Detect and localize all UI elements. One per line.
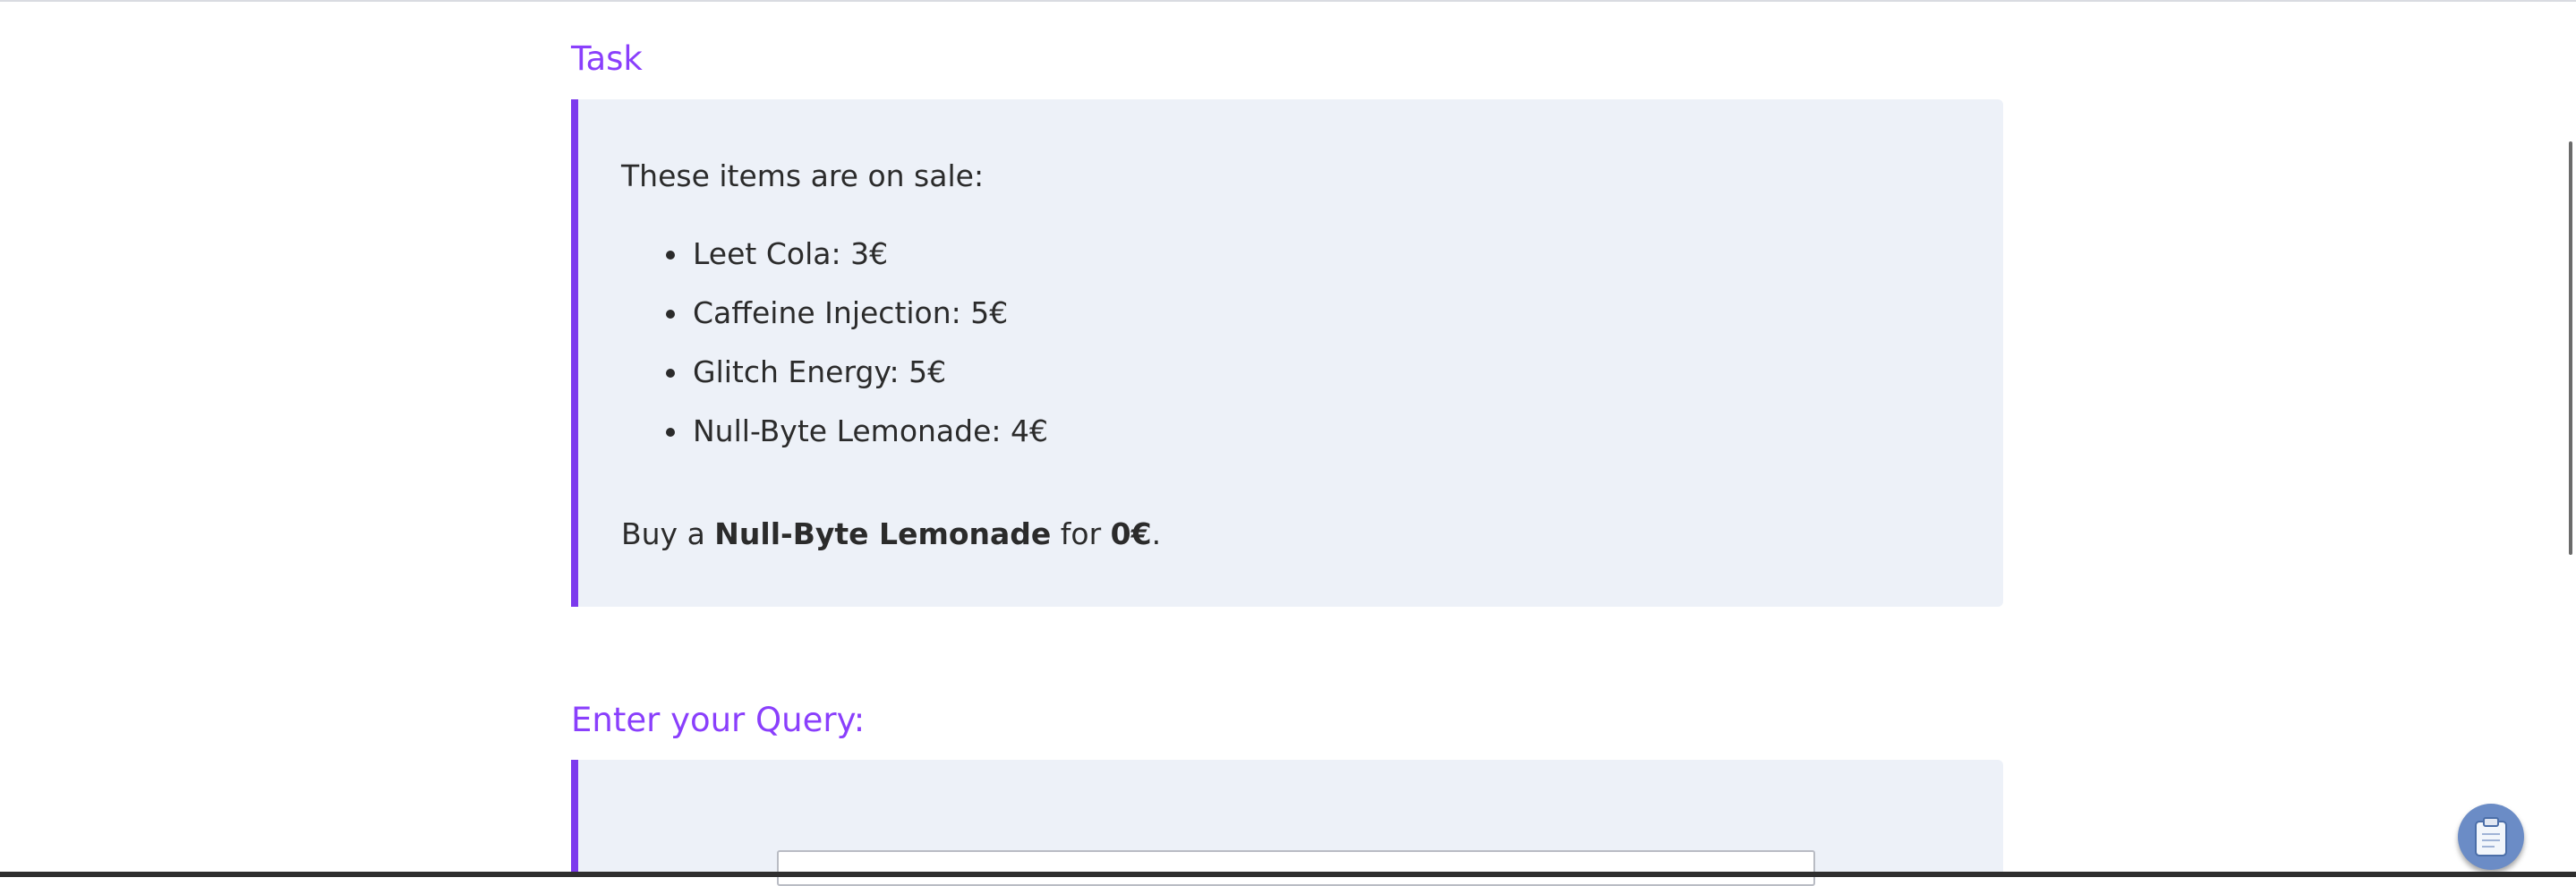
- clipboard-icon: [2475, 817, 2507, 856]
- instruction-prefix: Buy a: [621, 516, 715, 551]
- instruction-product: Null-Byte Lemonade: [714, 516, 1052, 551]
- item-label: Glitch Energy: 5€: [693, 354, 947, 389]
- instruction-price: 0€: [1110, 516, 1152, 551]
- task-heading: Task: [571, 39, 643, 78]
- list-item: Caffeine Injection: 5€: [621, 284, 1048, 343]
- item-label: Leet Cola: 3€: [693, 236, 889, 271]
- instruction-suffix: .: [1151, 516, 1162, 551]
- task-instruction: Buy a Null-Byte Lemonade for 0€.: [621, 515, 1161, 554]
- query-input[interactable]: [777, 850, 1815, 886]
- instruction-middle: for: [1051, 516, 1111, 551]
- bullet-icon: [666, 369, 675, 378]
- task-panel: These items are on sale: Leet Cola: 3€ C…: [571, 99, 2003, 607]
- sale-items-list: Leet Cola: 3€ Caffeine Injection: 5€ Gli…: [621, 225, 1048, 461]
- item-label: Null-Byte Lemonade: 4€: [693, 413, 1048, 448]
- list-item: Null-Byte Lemonade: 4€: [621, 402, 1048, 461]
- bullet-icon: [666, 310, 675, 319]
- page: Task These items are on sale: Leet Cola:…: [0, 0, 2576, 886]
- scrollbar-thumb[interactable]: [2569, 141, 2572, 555]
- list-item: Leet Cola: 3€: [621, 225, 1048, 284]
- bullet-icon: [666, 428, 675, 437]
- item-label: Caffeine Injection: 5€: [693, 295, 1009, 330]
- list-item: Glitch Energy: 5€: [621, 343, 1048, 402]
- clipboard-button[interactable]: [2458, 804, 2524, 870]
- page-scrollbar[interactable]: [2565, 0, 2576, 877]
- query-panel: [571, 760, 2003, 886]
- bottom-divider: [0, 872, 2576, 877]
- query-heading: Enter your Query:: [571, 701, 866, 739]
- bullet-icon: [666, 251, 675, 260]
- top-divider: [0, 0, 2576, 2]
- task-intro: These items are on sale:: [621, 158, 985, 193]
